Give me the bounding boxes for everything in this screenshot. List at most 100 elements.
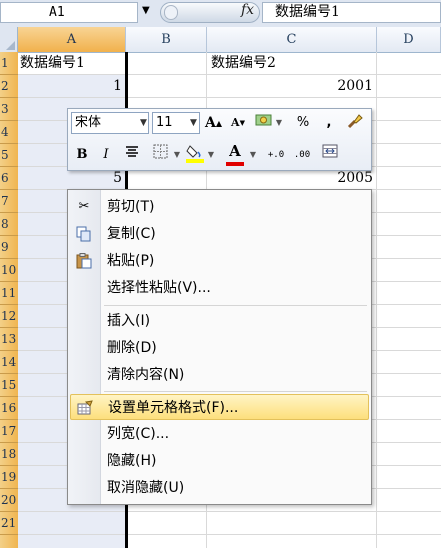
row-header[interactable]: 19 xyxy=(0,466,18,489)
menu-item-label: 隐藏(H) xyxy=(107,453,157,469)
menu-item-paste-special[interactable]: 选择性粘贴(V)... xyxy=(70,275,369,301)
fill-color-icon[interactable] xyxy=(184,142,206,164)
chevron-down-icon[interactable]: ▼ xyxy=(142,5,150,16)
row-header[interactable]: 21 xyxy=(0,512,18,535)
menu-item-clear-contents[interactable]: 清除内容(N) xyxy=(70,362,369,388)
comma-style-button[interactable]: , xyxy=(320,112,338,134)
splitter-knob-icon[interactable] xyxy=(164,5,178,20)
menu-item-cut[interactable]: ✂ 剪切(T) xyxy=(70,194,369,220)
increase-decimal-button[interactable]: +.0 xyxy=(264,144,288,166)
row-header[interactable]: 5 xyxy=(0,144,18,167)
font-color-swatch xyxy=(226,162,244,166)
menu-item-insert[interactable]: 插入(I) xyxy=(70,308,369,334)
menu-item-label: 清除内容(N) xyxy=(107,367,185,383)
font-size-box[interactable]: 11 ▼ xyxy=(152,112,200,134)
decrease-decimal-button[interactable]: .00 xyxy=(290,144,314,166)
column-header-c[interactable]: C xyxy=(207,27,377,52)
column-header-b[interactable]: B xyxy=(126,27,207,52)
column-header-d[interactable]: D xyxy=(377,27,441,52)
row-headers: 1 2 3 4 5 6 7 8 9 10 11 12 13 14 15 16 1… xyxy=(0,52,18,548)
paste-icon xyxy=(76,253,92,269)
menu-item-label: 列宽(C)... xyxy=(107,426,170,442)
cell-c1[interactable]: 数据编号2 xyxy=(211,52,276,75)
menu-item-column-width[interactable]: 列宽(C)... xyxy=(70,421,369,447)
cell-a1[interactable]: 数据编号1 xyxy=(20,52,85,75)
menu-item-label: 插入(I) xyxy=(107,313,151,329)
copy-icon xyxy=(76,226,92,242)
italic-button[interactable]: I xyxy=(96,144,116,166)
menu-item-hide[interactable]: 隐藏(H) xyxy=(70,448,369,474)
row-header[interactable]: 2 xyxy=(0,75,18,98)
gridline xyxy=(18,534,441,535)
gridline xyxy=(18,511,441,512)
insert-function-icon[interactable]: fx xyxy=(241,2,254,18)
chevron-down-icon[interactable]: ▼ xyxy=(275,112,283,134)
cell-a2[interactable]: 1 xyxy=(20,75,122,98)
formula-bar: A1 ▼ fx 数据编号1 xyxy=(0,0,441,28)
shrink-font-button[interactable]: A▼ xyxy=(230,112,246,134)
menu-item-label: 设置单元格格式(F)... xyxy=(108,400,239,416)
chevron-down-icon[interactable]: ▼ xyxy=(207,144,215,166)
row-header[interactable]: 4 xyxy=(0,121,18,144)
menu-item-copy[interactable]: 复制(C) xyxy=(70,221,369,247)
row-header[interactable]: 10 xyxy=(0,259,18,282)
borders-icon[interactable] xyxy=(150,144,170,166)
row-header[interactable]: 14 xyxy=(0,351,18,374)
grow-font-label: A xyxy=(205,115,216,131)
menu-item-delete[interactable]: 删除(D) xyxy=(70,335,369,361)
row-header[interactable]: 8 xyxy=(0,213,18,236)
context-menu: ✂ 剪切(T) 复制(C) 粘贴(P) 选择性粘贴(V)... 插入(I) 删除… xyxy=(67,189,372,505)
font-name-box[interactable]: 宋体 ▼ xyxy=(71,112,149,134)
menu-item-unhide[interactable]: 取消隐藏(U) xyxy=(70,475,369,501)
row-header[interactable]: 12 xyxy=(0,305,18,328)
shrink-font-label: A xyxy=(231,116,240,129)
align-center-icon[interactable] xyxy=(122,144,142,166)
format-cells-icon xyxy=(77,400,93,416)
row-header[interactable]: 15 xyxy=(0,374,18,397)
chevron-down-icon[interactable]: ▼ xyxy=(173,144,181,166)
row-header[interactable]: 13 xyxy=(0,328,18,351)
row-header[interactable]: 16 xyxy=(0,397,18,420)
font-name-value: 宋体 xyxy=(75,115,102,130)
row-header[interactable]: 18 xyxy=(0,443,18,466)
font-color-letter: A xyxy=(229,142,241,160)
column-header-a[interactable]: A xyxy=(18,27,126,52)
formula-input[interactable]: 数据编号1 xyxy=(262,2,441,23)
row-header[interactable]: 9 xyxy=(0,236,18,259)
row-header[interactable]: 11 xyxy=(0,282,18,305)
menu-item-format-cells[interactable]: 设置单元格格式(F)... xyxy=(70,394,369,420)
row-header[interactable]: 20 xyxy=(0,489,18,512)
menu-separator xyxy=(104,305,367,306)
chevron-down-icon[interactable]: ▼ xyxy=(140,113,147,133)
menu-item-label: 选择性粘贴(V)... xyxy=(107,280,211,296)
menu-separator xyxy=(104,391,367,392)
bold-button[interactable]: B xyxy=(72,144,92,166)
grow-font-button[interactable]: A▲ xyxy=(205,112,222,134)
scissors-icon: ✂ xyxy=(78,199,90,214)
currency-format-icon[interactable] xyxy=(254,112,274,134)
name-box[interactable]: A1 xyxy=(0,2,138,23)
row-header[interactable]: 3 xyxy=(0,98,18,121)
chevron-down-icon[interactable]: ▼ xyxy=(249,144,257,166)
column-headers: A B C D xyxy=(0,27,441,53)
row-header[interactable]: 1 xyxy=(0,52,18,75)
gridline xyxy=(376,52,377,548)
row-header[interactable]: 7 xyxy=(0,190,18,213)
caret-down-icon: ▼ xyxy=(239,118,245,127)
row-header[interactable]: 6 xyxy=(0,167,18,190)
font-color-button[interactable]: A xyxy=(224,140,246,166)
menu-item-label: 复制(C) xyxy=(107,226,156,242)
select-all-button[interactable] xyxy=(0,27,18,52)
row-header[interactable]: 17 xyxy=(0,420,18,443)
cell-c2[interactable]: 2001 xyxy=(211,75,373,98)
menu-item-label: 取消隐藏(U) xyxy=(107,480,185,496)
formula-bar-splitter[interactable]: fx xyxy=(160,2,260,23)
font-size-value: 11 xyxy=(156,115,173,130)
merge-center-icon[interactable] xyxy=(320,144,340,166)
percent-style-button[interactable]: % xyxy=(292,112,314,134)
chevron-down-icon[interactable]: ▼ xyxy=(190,113,197,133)
menu-item-paste[interactable]: 粘贴(P) xyxy=(70,248,369,274)
format-painter-icon[interactable] xyxy=(344,112,366,134)
mini-toolbar: 宋体 ▼ 11 ▼ A▲ A▼ ▼ % , B I ▼ ▼ A ▼ +.0 .0… xyxy=(67,108,372,171)
menu-item-label: 删除(D) xyxy=(107,340,157,356)
